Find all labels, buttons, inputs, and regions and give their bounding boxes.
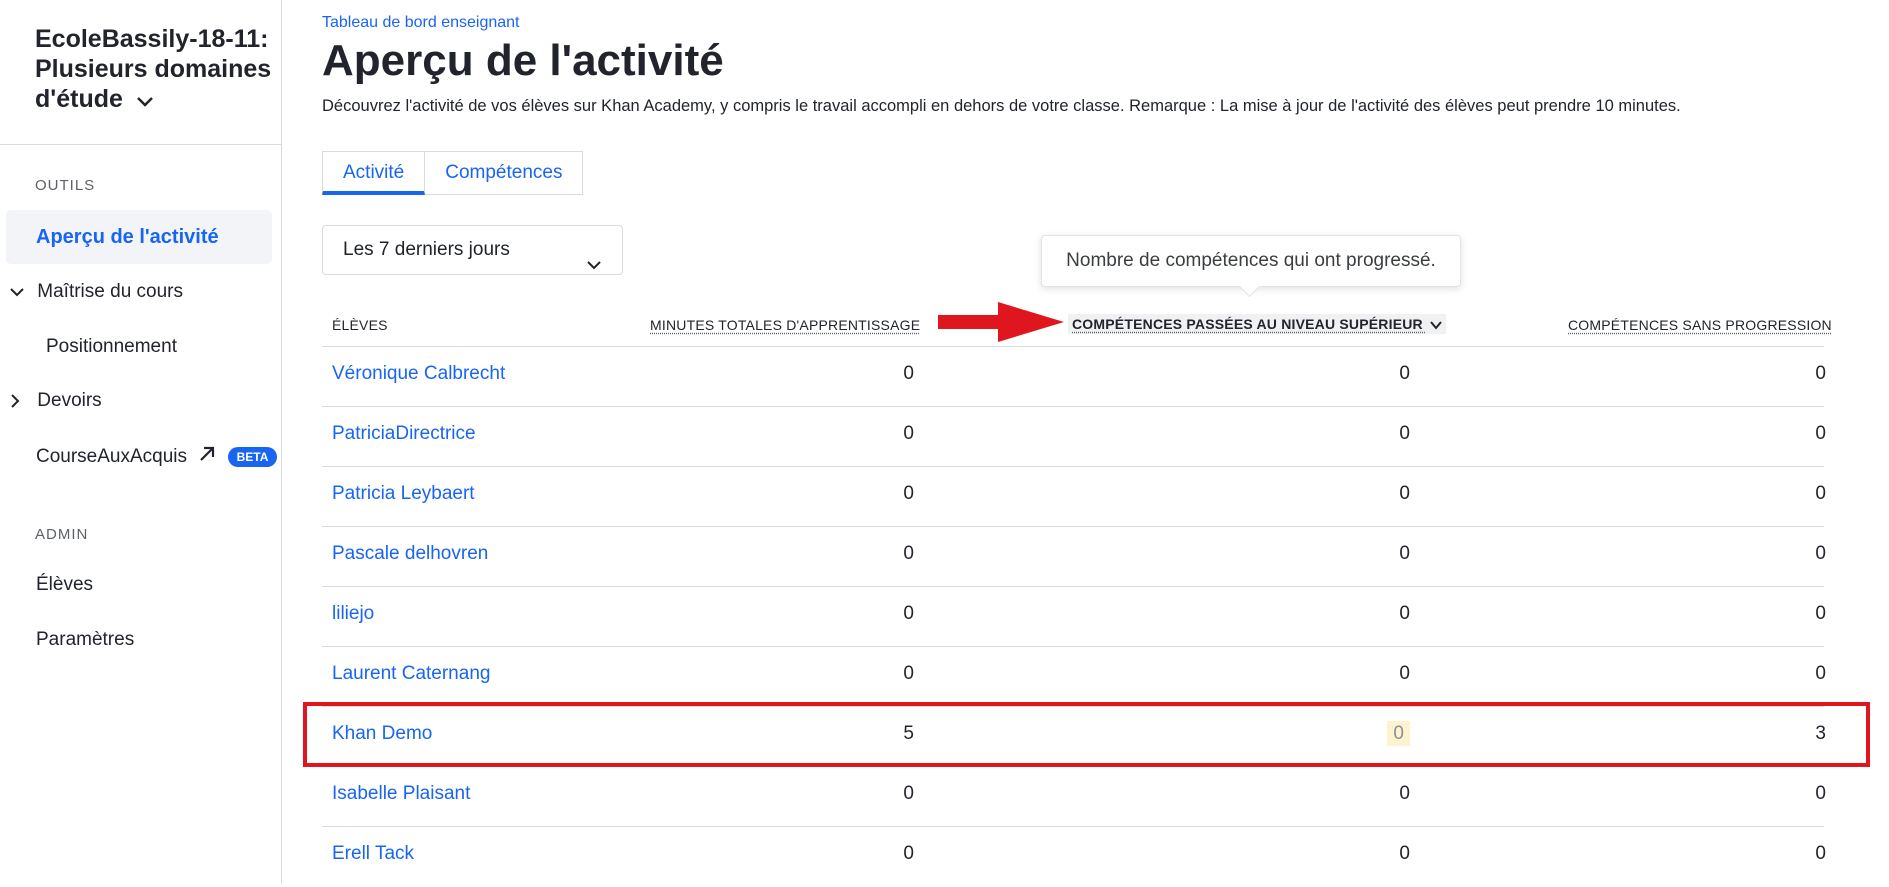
student-name-link[interactable]: Laurent Caternang — [332, 663, 490, 685]
admin-section-label: ADMIN — [35, 526, 89, 543]
no-progress-cell: 0 — [1815, 843, 1826, 864]
student-name-link[interactable]: liliejo — [332, 603, 374, 625]
external-link-icon — [198, 445, 216, 469]
sidebar-item-label: Devoirs — [37, 390, 102, 411]
date-range-value: Les 7 derniers jours — [343, 239, 510, 260]
tools-section-label: OUTILS — [35, 177, 96, 194]
column-header-no-progress[interactable]: COMPÉTENCES SANS PROGRESSION — [1568, 317, 1832, 333]
chevron-right-icon[interactable] — [10, 390, 25, 411]
annotation-arrow-icon — [938, 302, 1064, 347]
sidebar-item-settings[interactable]: Paramètres — [36, 629, 134, 651]
page-title: Aperçu de l'activité — [322, 36, 724, 85]
no-progress-cell: 0 — [1815, 603, 1826, 624]
no-progress-cell: 0 — [1815, 423, 1826, 444]
no-progress-cell: 0 — [1815, 663, 1826, 684]
minutes-cell: 0 — [903, 663, 914, 684]
table-row: Véronique Calbrecht 0 0 0 — [322, 347, 1826, 407]
table-row: Patricia Leybaert 0 0 0 — [322, 467, 1826, 527]
table-row: Erell Tack 0 0 0 — [322, 827, 1826, 887]
minutes-cell: 0 — [903, 483, 914, 504]
chevron-down-icon[interactable] — [10, 281, 29, 302]
sidebar-item-course-challenge[interactable]: CourseAuxAcquis BETA — [36, 445, 278, 469]
chevron-down-icon — [586, 243, 602, 291]
leveled-up-cell: 0 — [1399, 423, 1410, 444]
page-description: Découvrez l'activité de vos élèves sur K… — [322, 97, 1681, 115]
sidebar-item-course-mastery[interactable]: Maîtrise du cours — [10, 281, 183, 303]
minutes-cell: 0 — [903, 843, 914, 864]
student-name-link[interactable]: Véronique Calbrecht — [332, 363, 505, 385]
breadcrumb[interactable]: Tableau de bord enseignant — [322, 14, 520, 32]
chevron-down-icon — [1427, 316, 1442, 332]
table-row: liliejo 0 0 0 — [322, 587, 1826, 647]
no-progress-cell: 0 — [1815, 783, 1826, 804]
tab-skills[interactable]: Compétences — [425, 151, 584, 195]
column-header-minutes[interactable]: MINUTES TOTALES D'APPRENTISSAGE — [650, 317, 920, 333]
table-row: Laurent Caternang 0 0 0 — [322, 647, 1826, 707]
student-name-link[interactable]: Pascale delhovren — [332, 543, 488, 565]
table-row: Isabelle Plaisant 0 0 0 — [322, 767, 1826, 827]
leveled-up-cell: 0 — [1399, 783, 1410, 804]
class-selector[interactable]: EcoleBassily-18-11: Plusieurs domaines d… — [35, 24, 275, 115]
sidebar-divider — [0, 144, 282, 145]
sidebar-item-students[interactable]: Élèves — [36, 574, 93, 596]
date-range-select[interactable]: Les 7 derniers jours — [322, 225, 623, 275]
sidebar-item-positioning[interactable]: Positionnement — [46, 336, 177, 358]
minutes-cell: 0 — [903, 603, 914, 624]
leveled-up-cell: 0 — [1399, 663, 1410, 684]
leveled-up-cell: 0 — [1399, 483, 1410, 504]
tab-activity[interactable]: Activité — [322, 151, 426, 195]
student-name-link[interactable]: PatriciaDirectrice — [332, 423, 476, 445]
tab-bar: Activité Compétences — [322, 151, 584, 195]
no-progress-cell: 0 — [1815, 543, 1826, 564]
sidebar-item-label: CourseAuxAcquis — [36, 446, 188, 468]
sidebar-item-activity-overview[interactable]: Aperçu de l'activité — [6, 210, 272, 264]
chevron-down-icon[interactable] — [136, 85, 154, 115]
column-header-leveled-up[interactable]: COMPÉTENCES PASSÉES AU NIVEAU SUPÉRIEUR — [1068, 314, 1446, 334]
no-progress-cell: 0 — [1815, 483, 1826, 504]
leveled-up-cell: 0 — [1399, 603, 1410, 624]
minutes-cell: 0 — [903, 423, 914, 444]
sidebar-item-assignments[interactable]: Devoirs — [10, 390, 102, 412]
no-progress-cell: 0 — [1815, 363, 1826, 384]
sidebar: EcoleBassily-18-11: Plusieurs domaines d… — [0, 0, 282, 884]
minutes-cell: 0 — [903, 783, 914, 804]
sidebar-item-label: Maîtrise du cours — [37, 281, 184, 302]
table-row: Pascale delhovren 0 0 0 — [322, 527, 1826, 587]
minutes-cell: 0 — [903, 543, 914, 564]
column-header-label: COMPÉTENCES PASSÉES AU NIVEAU SUPÉRIEUR — [1072, 316, 1423, 332]
student-name-link[interactable]: Patricia Leybaert — [332, 483, 475, 505]
minutes-cell: 0 — [903, 363, 914, 384]
leveled-up-cell: 0 — [1399, 363, 1410, 384]
column-header-students[interactable]: ÉLÈVES — [332, 317, 388, 333]
student-name-link[interactable]: Isabelle Plaisant — [332, 783, 470, 805]
table-row: PatriciaDirectrice 0 0 0 — [322, 407, 1826, 467]
beta-badge: BETA — [227, 447, 278, 467]
annotation-highlight-box — [303, 702, 1870, 767]
student-name-link[interactable]: Erell Tack — [332, 843, 414, 865]
leveled-up-cell: 0 — [1399, 843, 1410, 864]
leveled-up-cell: 0 — [1399, 543, 1410, 564]
